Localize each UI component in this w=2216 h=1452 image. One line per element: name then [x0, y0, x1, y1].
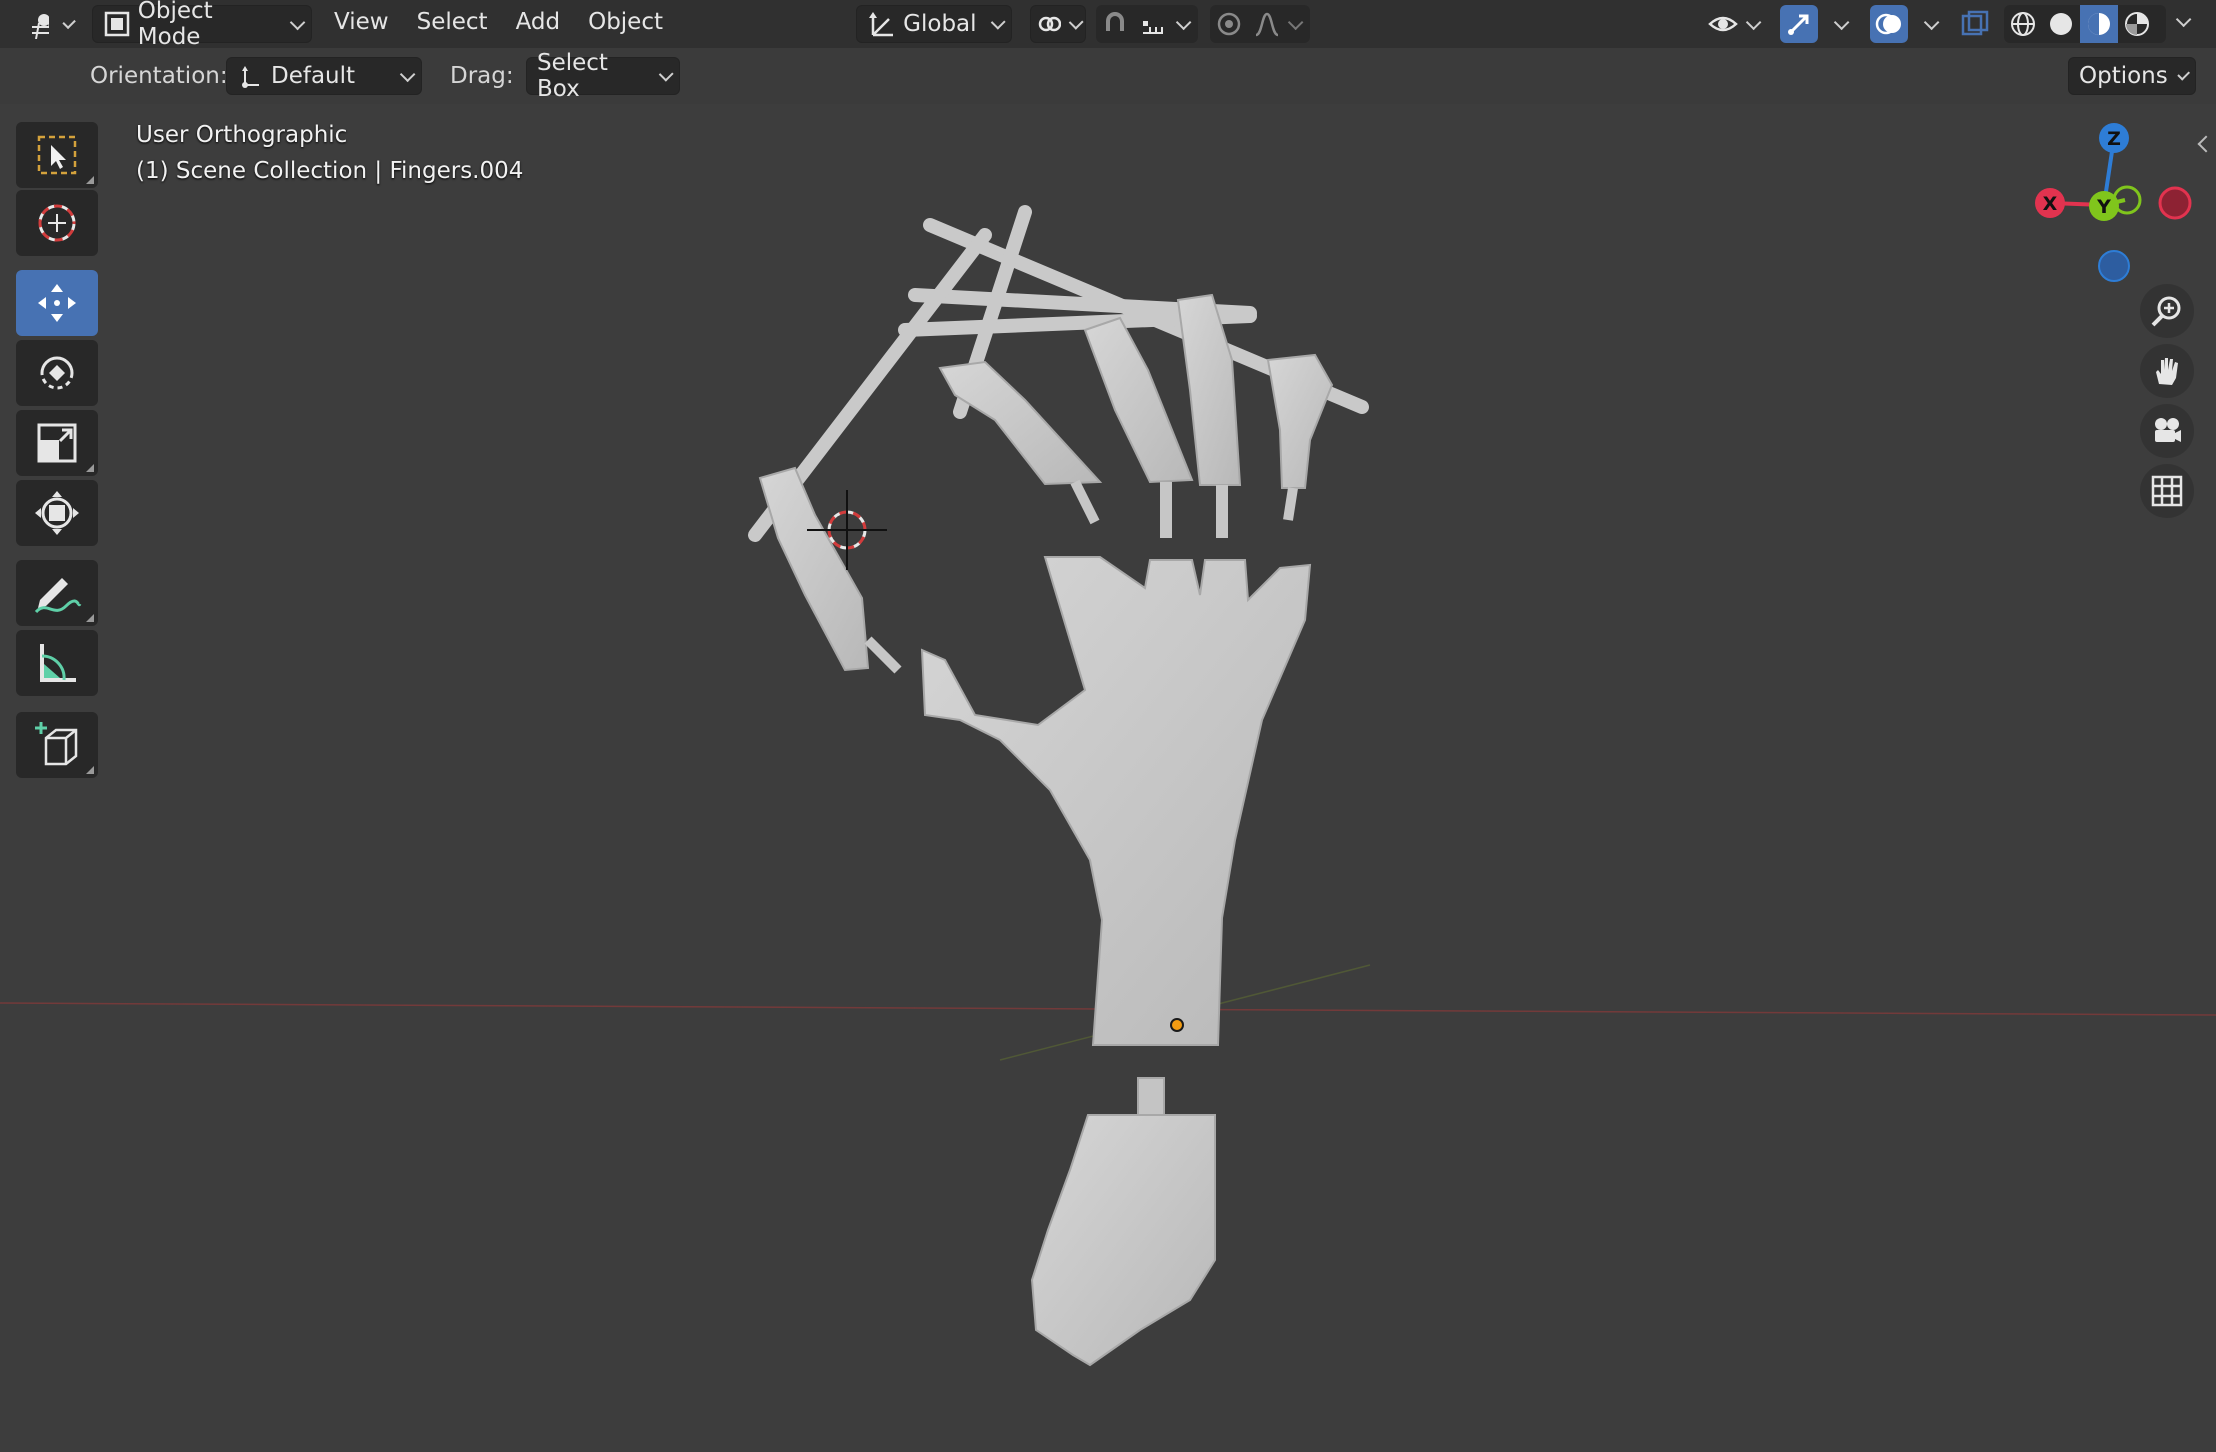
orientation-gizmo-icon [242, 66, 259, 88]
xray-icon [1961, 10, 1989, 36]
camera-icon[interactable] [2140, 404, 2194, 458]
navigation-gizmo[interactable]: Z X Y [2025, 118, 2205, 288]
object-mode-icon [104, 11, 130, 37]
zoom-icon[interactable] [2140, 284, 2194, 338]
orientation-value: Default [271, 63, 356, 89]
perspective-grid-icon[interactable] [2140, 464, 2194, 518]
hand-model[interactable] [0, 0, 2216, 1452]
rotate-tool[interactable] [16, 340, 98, 406]
proportional-group [1210, 5, 1310, 43]
orientation-axes-icon [869, 12, 893, 37]
transform-orientation-dropdown[interactable]: Global [856, 5, 1012, 43]
orientation-label: Global [903, 11, 977, 37]
3d-viewport-icon [32, 14, 49, 39]
mode-dropdown[interactable]: Object Mode [92, 0, 312, 50]
menu-view[interactable]: View [320, 9, 403, 35]
collection-info: (1) Scene Collection | Fingers.004 [136, 158, 524, 184]
3d-cursor-icon[interactable] [807, 490, 887, 570]
overlay-toggle[interactable] [1862, 5, 1942, 43]
pan-hand-icon[interactable] [2140, 344, 2194, 398]
transform-tool[interactable] [16, 480, 98, 546]
gizmo-y-label: Y [2096, 196, 2111, 218]
visibility-eye-icon [1707, 16, 1738, 32]
options-dropdown[interactable]: Options [2068, 57, 2196, 95]
annotate-tool[interactable] [16, 560, 98, 626]
menu-add[interactable]: Add [502, 9, 575, 35]
orientation-label: Orientation: [90, 63, 228, 89]
wireframe-shading-icon[interactable] [2004, 5, 2042, 43]
overlay-icon [1869, 5, 1908, 43]
menu-select[interactable]: Select [403, 9, 502, 35]
gizmo-toggle[interactable] [1772, 5, 1852, 43]
orientation-dropdown[interactable]: Default [226, 57, 422, 95]
add-cube-tool[interactable] [16, 712, 98, 778]
rendered-shading-icon[interactable] [2118, 5, 2156, 43]
gizmo-x-label: X [2043, 193, 2058, 215]
scale-tool[interactable] [16, 410, 98, 476]
cursor-tool[interactable] [16, 190, 98, 256]
select-box-tool[interactable] [16, 122, 98, 188]
material-preview-shading-icon[interactable] [2080, 5, 2118, 43]
viewport-header: Object Mode View Select Add Object Globa… [0, 0, 2216, 50]
xray-toggle[interactable] [1954, 5, 1996, 43]
gizmo-z-label: Z [2107, 128, 2121, 150]
tool-settings-bar: Orientation: Default Drag: Select Box Op… [0, 48, 2216, 104]
visibility-dropdown[interactable] [1700, 5, 1764, 43]
drag-value: Select Box [537, 50, 608, 102]
editor-type-button[interactable] [18, 5, 82, 43]
mode-label: Object Mode [137, 0, 213, 50]
menu-object[interactable]: Object [574, 9, 677, 35]
drag-dropdown[interactable]: Select Box [526, 50, 680, 102]
options-label: Options [2079, 63, 2168, 89]
snap-increment-icon[interactable] [1134, 5, 1172, 43]
snap-magnet-icon[interactable] [1096, 5, 1134, 43]
shading-mode-group [2004, 5, 2166, 43]
snapping-group [1096, 5, 1198, 43]
measure-tool[interactable] [16, 630, 98, 696]
move-tool[interactable] [16, 270, 98, 336]
pivot-point-dropdown[interactable] [1030, 5, 1086, 43]
proportional-edit-icon[interactable] [1210, 5, 1248, 43]
gizmo-icon [1779, 5, 1818, 43]
drag-label: Drag: [450, 63, 514, 89]
solid-shading-icon[interactable] [2042, 5, 2080, 43]
pivot-point-icon [1038, 16, 1061, 32]
3d-viewport[interactable]: User Orthographic (1) Scene Collection |… [0, 0, 2216, 1452]
view-name: User Orthographic [136, 122, 348, 148]
shading-options-icon[interactable] [2175, 11, 2192, 28]
falloff-curve-icon[interactable] [1248, 5, 1286, 43]
